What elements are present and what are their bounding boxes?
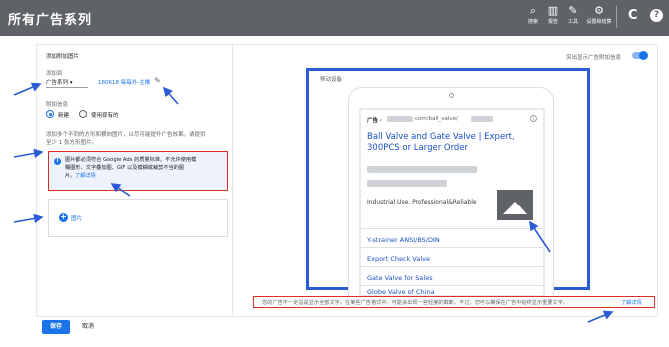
- truncation-notice: 您的广告不一定总是显示全部文字。在某些广告格式中，可能会出现一些轻度的截断。不过…: [253, 296, 655, 308]
- url-blur-2: [471, 116, 493, 122]
- radio-existing[interactable]: [79, 110, 87, 118]
- refresh-icon[interactable]: C: [628, 8, 638, 23]
- reports-button[interactable]: ▥ 报告: [542, 4, 564, 25]
- radio-new-label: 新建: [58, 113, 70, 119]
- highlight-toggle[interactable]: [632, 51, 648, 60]
- radio-existing-label: 使用现有的: [91, 113, 119, 119]
- add-image-button[interactable]: 图片: [71, 214, 82, 222]
- ad-image-placeholder: [491, 182, 539, 228]
- image-upload-box: + 图片: [48, 199, 228, 237]
- topbar-divider: [616, 6, 617, 28]
- ad-card: 广告 · com/ball_valve/ i Ball Valve and Ga…: [361, 110, 543, 296]
- top-bar: 所有广告系列 ⌕ 搜索 ▥ 报告 ✎ 工具 ⚙ 设置和结算 C ?: [0, 0, 669, 36]
- add-to-dropdown[interactable]: 广告系列 ▾: [46, 78, 73, 86]
- help-text-line2: 至少 1 张方形图片。: [46, 140, 97, 146]
- extension-label: 附加信息: [46, 102, 69, 108]
- info-line1: 图片都必须符合 Google Ads 的质量标准。不允许使用模: [65, 157, 197, 163]
- info-line3: 片。: [65, 173, 76, 179]
- image-icon: [497, 190, 533, 220]
- desc-blur-2: [367, 180, 447, 187]
- reports-label: 报告: [547, 19, 558, 25]
- add-to-label: 添加到: [46, 71, 63, 77]
- sitelink[interactable]: Globe Valve of China: [367, 288, 435, 296]
- tools-label: 工具: [567, 19, 578, 25]
- ad-badge: 广告 ·: [367, 118, 383, 124]
- ad-description: Industrial Use. Professional&Reliable: [367, 199, 477, 206]
- page-title: 所有广告系列: [8, 13, 93, 28]
- info-icon: i: [54, 158, 61, 165]
- cancel-button[interactable]: 取消: [82, 320, 94, 334]
- settings-icon: ⚙: [594, 4, 604, 17]
- notice-text: 您的广告不一定总是显示全部文字。在某些广告格式中，可能会出现一些轻度的截断。不过…: [262, 300, 569, 306]
- info-line2: 糊图形、文字叠加图、GIF 以及模糊或裁剪不当的图: [65, 165, 185, 171]
- search-label: 搜索: [527, 19, 538, 25]
- help-icon[interactable]: ?: [650, 9, 663, 22]
- form-panel: 添加附加图片 添加到 广告系列 ▾ 180618 每每外-主推 ✎ 附加信息 新…: [36, 44, 233, 317]
- phone-screen: 广告 · com/ball_valve/ i Ball Valve and Ga…: [359, 108, 545, 296]
- sitelink[interactable]: Export Check Valve: [367, 255, 430, 263]
- ad-info-icon[interactable]: i: [530, 115, 537, 122]
- notice-learn-more-link[interactable]: 了解详情: [621, 299, 642, 306]
- campaign-link[interactable]: 180618 每每外-主推: [98, 78, 150, 86]
- radio-new[interactable]: [46, 110, 54, 118]
- sitelink[interactable]: Y-strainer ANSI/BS/DIN: [367, 236, 440, 244]
- url-blur: [387, 116, 413, 122]
- add-image-plus-icon[interactable]: +: [59, 213, 68, 222]
- tools-icon: ✎: [568, 4, 578, 17]
- phone-mockup: 广告 · com/ball_valve/ i Ball Valve and Ga…: [348, 87, 554, 297]
- settings-button[interactable]: ⚙ 设置和结算: [585, 4, 613, 25]
- ad-url: com/ball_valve/: [415, 116, 458, 122]
- reports-icon: ▥: [547, 4, 559, 17]
- device-label: 移动设备: [320, 77, 343, 83]
- settings-label: 设置和结算: [586, 19, 612, 25]
- help-text-line1: 添加多个不同的方形和横向图片，以尽可能提升广告效果。请提供: [46, 132, 206, 138]
- phone-camera: [449, 93, 454, 98]
- highlight-toggle-label: 突出显示广告附加信息: [566, 55, 622, 61]
- section-title: 添加附加图片: [46, 54, 80, 60]
- sitelink[interactable]: Gate Valve for Sales: [367, 274, 433, 282]
- dropdown-underline: [46, 87, 88, 88]
- quality-info-box: i 图片都必须符合 Google Ads 的质量标准。不允许使用模 糊图形、文字…: [48, 151, 228, 191]
- desc-blur-1: [367, 166, 477, 173]
- save-button[interactable]: 保存: [42, 320, 70, 334]
- edit-pencil-icon[interactable]: ✎: [154, 76, 161, 85]
- tools-button[interactable]: ✎ 工具: [562, 4, 584, 25]
- search-button[interactable]: ⌕ 搜索: [522, 4, 544, 25]
- ad-headline[interactable]: Ball Valve and Gate Valve | Expert, 300P…: [367, 132, 537, 154]
- info-learn-more-link[interactable]: 了解详情: [75, 172, 96, 179]
- search-icon: ⌕: [529, 4, 537, 17]
